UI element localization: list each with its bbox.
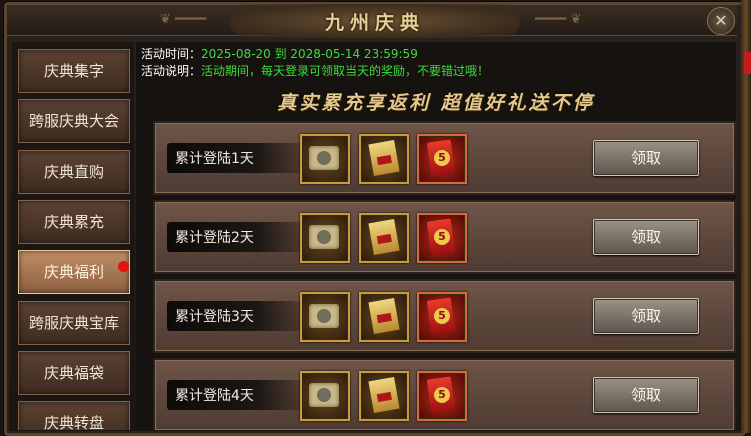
sidebar-item-welfare[interactable]: 庆典福利 [18, 250, 130, 294]
sidebar-item-label: 跨服庆典宝库 [28, 314, 119, 332]
window-title: 九州庆典 [324, 12, 425, 34]
event-description: 活动说明：活动期间，每天登录可领取当天的奖励，不要错过哦！ [141, 64, 489, 78]
red-envelope-icon[interactable]: 5 [417, 134, 467, 184]
reward-row: 累计登陆4天 5 领取 [153, 358, 736, 430]
red-envelope-icon[interactable]: 5 [417, 292, 467, 342]
sidebar-item-label: 庆典累充 [43, 213, 104, 231]
red-envelope-value: 5 [434, 387, 450, 403]
event-time-label: 活动时间： [141, 47, 202, 61]
reward-row: 累计登陆3天 5 领取 [153, 279, 736, 353]
reward-row-label: 累计登陆2天 [175, 230, 254, 246]
red-envelope-value: 5 [434, 308, 450, 324]
sidebar-item-label: 庆典集字 [43, 62, 104, 80]
claim-button[interactable]: 领取 [593, 140, 699, 176]
close-button[interactable]: ✕ [707, 7, 735, 35]
sidebar-item-collect-characters[interactable]: 庆典集字 [18, 49, 130, 93]
claim-button[interactable]: 领取 [593, 298, 699, 334]
event-time: 活动时间：2025-08-20 到 2028-05-14 23:59:59 [141, 47, 418, 61]
left-ornament-icon: ❦ ━━━━ [160, 12, 207, 27]
golden-book-icon[interactable] [359, 371, 409, 421]
scroll-icon[interactable] [300, 292, 350, 342]
reward-row: 累计登陆1天 5 领取 [153, 121, 736, 195]
claim-button[interactable]: 领取 [593, 219, 699, 255]
sidebar-item-label: 庆典转盘 [43, 414, 104, 430]
red-envelope-icon[interactable]: 5 [417, 371, 467, 421]
scroll-icon[interactable] [300, 134, 350, 184]
main-panel: 活动时间：2025-08-20 到 2028-05-14 23:59:59 活动… [136, 42, 736, 430]
golden-book-icon[interactable] [359, 213, 409, 263]
red-envelope-icon[interactable]: 5 [417, 213, 467, 263]
scroll-icon[interactable] [300, 371, 350, 421]
sidebar-item-cross-server-celebration[interactable]: 跨服庆典大会 [18, 99, 130, 143]
reward-row-label: 累计登陆4天 [175, 388, 254, 404]
sidebar-item-cumulative-recharge[interactable]: 庆典累充 [18, 200, 130, 244]
background-edge-marker [744, 52, 751, 74]
sidebar-item-label: 庆典福利 [43, 263, 104, 281]
event-desc-value: 活动期间，每天登录可领取当天的奖励，不要错过哦！ [201, 64, 490, 78]
notification-badge [118, 261, 129, 272]
sidebar-item-lucky-bag[interactable]: 庆典福袋 [18, 351, 130, 395]
golden-book-icon[interactable] [359, 292, 409, 342]
event-time-value: 2025-08-20 到 2028-05-14 23:59:59 [201, 47, 418, 61]
sidebar-item-label: 庆典福袋 [43, 364, 104, 382]
reward-row-label: 累计登陆1天 [175, 151, 254, 167]
sidebar: 庆典集字 跨服庆典大会 庆典直购 庆典累充 庆典福利 跨服庆典宝库 庆典福袋 庆… [12, 42, 134, 430]
golden-book-icon[interactable] [359, 134, 409, 184]
sidebar-item-label: 跨服庆典大会 [28, 112, 119, 130]
scroll-icon[interactable] [300, 213, 350, 263]
sidebar-item-lucky-wheel[interactable]: 庆典转盘 [18, 401, 130, 430]
sidebar-item-cross-server-treasury[interactable]: 跨服庆典宝库 [18, 301, 130, 345]
event-slogan: 真实累充享返利 超值好礼送不停 [277, 92, 595, 114]
reward-row: 累计登陆2天 5 领取 [153, 200, 736, 274]
sidebar-item-direct-purchase[interactable]: 庆典直购 [18, 150, 130, 194]
claim-button[interactable]: 领取 [593, 377, 699, 413]
event-desc-label: 活动说明： [141, 64, 202, 78]
sidebar-item-label: 庆典直购 [43, 163, 104, 181]
red-envelope-value: 5 [434, 229, 450, 245]
right-ornament-icon: ━━━━ ❦ [535, 12, 582, 27]
red-envelope-value: 5 [434, 150, 450, 166]
reward-row-label: 累计登陆3天 [175, 309, 254, 325]
